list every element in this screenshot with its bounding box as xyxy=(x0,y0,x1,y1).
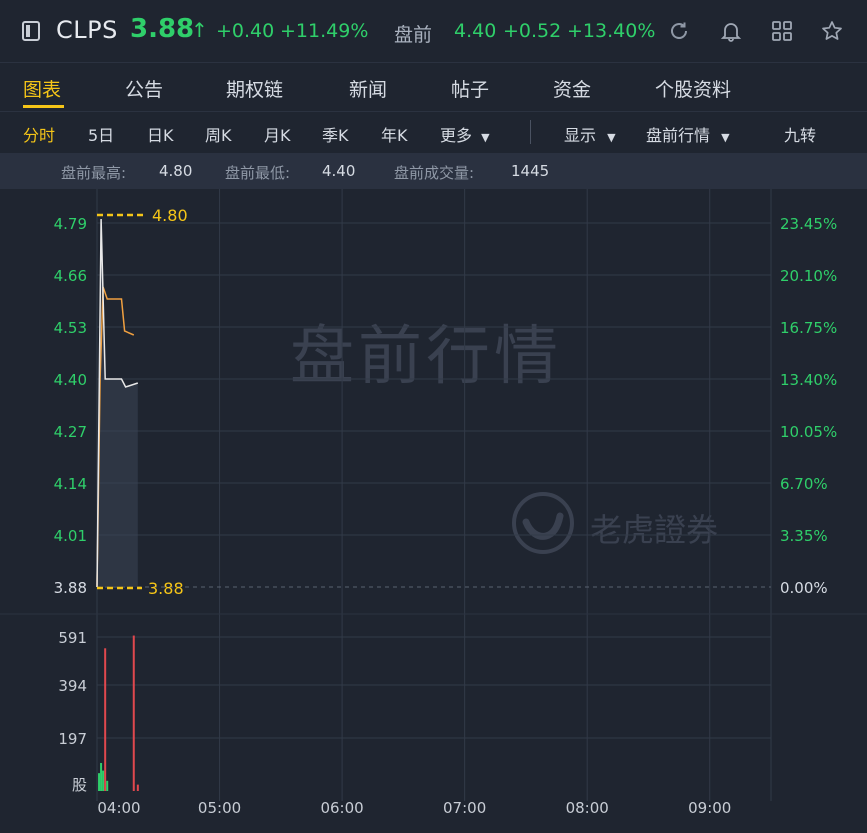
display-label: 显示 xyxy=(564,126,597,145)
volume-bar xyxy=(132,635,135,791)
period-quarterly[interactable]: 季K xyxy=(322,122,349,146)
period-monthly[interactable]: 月K xyxy=(264,122,291,146)
y-axis-right-label: 0.00% xyxy=(780,579,828,597)
nine-turn-button[interactable]: 九转 xyxy=(784,122,816,146)
ticker-symbol: CLPS xyxy=(56,16,118,44)
x-axis-label: 05:00 xyxy=(198,799,241,817)
y-axis-left-label: 4.53 xyxy=(54,319,87,337)
period-yearly[interactable]: 年K xyxy=(381,122,408,146)
last-price: 3.88 xyxy=(130,14,195,44)
y-axis-right-label: 23.45% xyxy=(780,215,837,233)
base-marker-label: 3.88 xyxy=(148,579,184,598)
y-axis-left-label: 4.27 xyxy=(54,423,87,441)
y-axis-left-label: 4.01 xyxy=(54,527,87,545)
price-change-pct: +11.49% xyxy=(280,20,369,42)
bell-icon[interactable] xyxy=(720,20,742,42)
x-axis-label: 06:00 xyxy=(320,799,363,817)
volume-axis-label: 591 xyxy=(58,629,87,647)
y-axis-left-label: 4.79 xyxy=(54,215,87,233)
volume-bar xyxy=(100,762,103,791)
high-value: 4.80 xyxy=(159,162,193,180)
period-daily[interactable]: 日K xyxy=(147,122,174,146)
volume-axis-label: 394 xyxy=(58,677,87,695)
volume-axis-label: 197 xyxy=(58,730,87,748)
chevron-down-icon: ▼ xyxy=(481,131,490,144)
intraday-chart[interactable]: 4.79 23.45% 4.66 20.10% 4.53 16.75% 4.40 13.40%… xyxy=(0,189,867,833)
y-axis-left-label: 4.14 xyxy=(54,475,87,493)
premarket-dropdown-label: 盘前行情 xyxy=(646,126,711,145)
chevron-down-icon: ▼ xyxy=(607,131,616,144)
y-axis-left-label: 3.88 xyxy=(54,579,87,597)
volume-bar xyxy=(104,648,107,791)
tab-funds[interactable]: 资金 xyxy=(553,75,591,102)
active-tab-indicator xyxy=(23,105,64,108)
y-axis-right-label: 3.35% xyxy=(780,527,828,545)
y-axis-right-label: 13.40% xyxy=(780,371,837,389)
main-tabs: 图表 公告 期权链 新闻 帖子 资金 个股资料 xyxy=(0,62,867,111)
premarket-dropdown[interactable]: 盘前行情 ▼ xyxy=(646,122,730,146)
y-axis-left-label: 4.40 xyxy=(54,371,87,389)
y-axis-left-label: 4.66 xyxy=(54,267,87,285)
price-change: +0.40 xyxy=(216,20,275,42)
period-weekly[interactable]: 周K xyxy=(205,122,232,146)
low-label: 盘前最低: xyxy=(225,164,291,182)
volume-bar xyxy=(136,784,139,791)
refresh-icon[interactable] xyxy=(668,20,690,42)
y-axis-right-label: 10.05% xyxy=(780,423,837,441)
high-label: 盘前最高: xyxy=(61,164,127,182)
x-axis-label: 09:00 xyxy=(688,799,731,817)
more-label: 更多 xyxy=(440,126,473,145)
volume-label: 盘前成交量: xyxy=(394,164,475,182)
display-dropdown[interactable]: 显示 ▼ xyxy=(564,122,616,146)
more-dropdown[interactable]: 更多 ▼ xyxy=(440,122,490,146)
tab-chart[interactable]: 图表 xyxy=(23,75,61,102)
premarket-label: 盘前 xyxy=(394,24,433,46)
tab-posts[interactable]: 帖子 xyxy=(451,75,489,102)
period-selector: 分时 5日 日K 周K 月K 季K 年K 更多 ▼ 显示 ▼ 盘前行情 ▼ 九转 xyxy=(0,111,867,154)
premarket-price: 4.40 xyxy=(454,20,497,42)
up-arrow-icon: ↑ xyxy=(191,18,208,42)
premarket-change: +0.52 xyxy=(503,20,562,42)
y-axis-right-label: 16.75% xyxy=(780,319,837,337)
x-axis-label: 07:00 xyxy=(443,799,486,817)
premarket-change-pct: +13.40% xyxy=(567,20,656,42)
chart-axes: 4.79 23.45% 4.66 20.10% 4.53 16.75% 4.40 13.40%… xyxy=(54,215,838,817)
volume-bar xyxy=(98,773,101,791)
volume-bar xyxy=(106,780,109,791)
tab-news[interactable]: 新闻 xyxy=(349,75,387,102)
y-axis-right-label: 20.10% xyxy=(780,267,837,285)
grid-icon[interactable] xyxy=(771,20,793,42)
quote-header: CLPS 3.88 ↑ +0.40 +11.49% 盘前 4.40 +0.52 … xyxy=(0,0,867,62)
high-marker-label: 4.80 xyxy=(152,206,188,225)
volume-bars xyxy=(98,635,139,791)
chart-lines xyxy=(96,218,139,588)
low-value: 4.40 xyxy=(322,162,356,180)
x-axis-label: 08:00 xyxy=(566,799,609,817)
volume-axis-label: 股 xyxy=(72,776,87,794)
volume-bar xyxy=(102,770,105,791)
x-axis-label: 04:00 xyxy=(97,799,140,817)
premarket-stats: 盘前最高: 4.80 盘前最低: 4.40 盘前成交量: 1445 xyxy=(0,153,867,189)
divider xyxy=(530,120,531,144)
period-5day[interactable]: 5日 xyxy=(88,122,114,146)
y-axis-right-label: 6.70% xyxy=(780,475,828,493)
tab-announcements[interactable]: 公告 xyxy=(125,75,163,102)
tab-profile[interactable]: 个股资料 xyxy=(655,75,731,102)
volume-value: 1445 xyxy=(511,162,550,180)
star-icon[interactable] xyxy=(821,20,843,42)
chevron-down-icon: ▼ xyxy=(721,131,730,144)
period-intraday[interactable]: 分时 xyxy=(23,122,55,146)
panel-toggle-icon[interactable] xyxy=(22,21,40,41)
tab-options-chain[interactable]: 期权链 xyxy=(226,75,283,102)
